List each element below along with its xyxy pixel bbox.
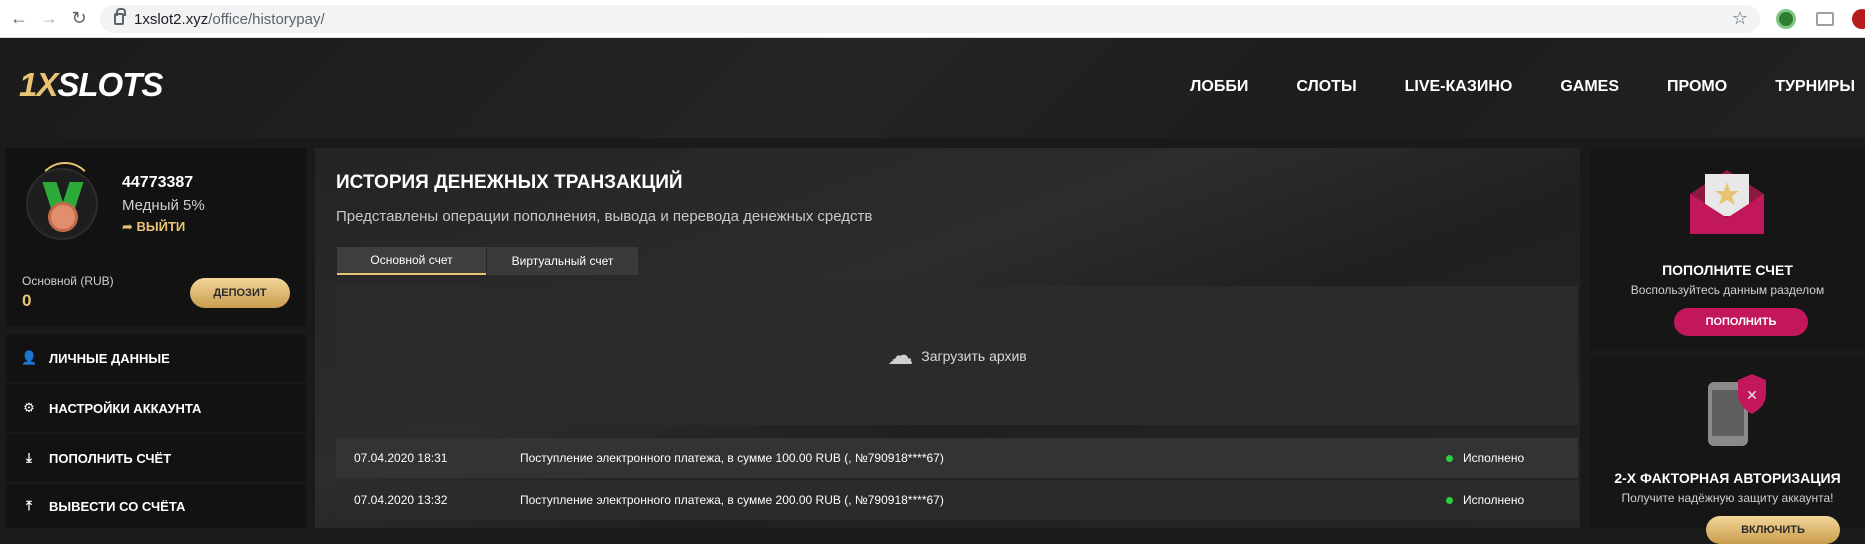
download-icon: ⤓ — [26, 450, 32, 465]
forward-icon[interactable]: → — [38, 8, 60, 30]
cloud-download-icon: ☁ — [887, 340, 914, 370]
download-archive-label: Загрузить архив — [921, 347, 1027, 364]
profile-avatar-icon[interactable] — [1852, 9, 1865, 29]
sidebar-item-deposit[interactable]: ⤓ ПОПОЛНИТЬ СЧЁТ — [6, 434, 306, 482]
nav-tournaments[interactable]: ТУРНИРЫ — [1775, 78, 1855, 96]
download-archive-button[interactable]: ☁ Загрузить архив — [336, 286, 1578, 425]
page-subtitle: Представлены операции пополнения, вывода… — [336, 208, 873, 225]
sidebar-item-label: НАСТРОЙКИ АККАУНТА — [49, 400, 202, 416]
user-level: Медный 5% — [122, 197, 205, 214]
logout-icon: ➦ — [122, 219, 137, 234]
balance-value: 0 — [22, 291, 32, 310]
back-icon[interactable]: ← — [8, 8, 30, 30]
url-path: /office/historypay/ — [208, 10, 325, 28]
phone-shield-icon: ✕ — [1708, 374, 1766, 446]
status-badge: Исполнено — [1446, 451, 1524, 465]
main-nav: ЛОББИ СЛОТЫ LIVE-КАЗИНО GAMES ПРОМО ТУРН… — [1190, 78, 1855, 96]
logout-link[interactable]: ➦ ВЫЙТИ — [122, 219, 185, 235]
sidebar-item-account-settings[interactable]: ⚙ НАСТРОЙКИ АККАУНТА — [6, 384, 306, 432]
gears-icon: ⚙ — [23, 400, 35, 415]
user-plus-icon: 👤 — [21, 350, 38, 365]
sidebar-item-label: ПОПОЛНИТЬ СЧЁТ — [49, 450, 172, 466]
svg-text:✕: ✕ — [1746, 388, 1758, 404]
sidebar-item-withdraw[interactable]: ⤒ ВЫВЕСТИ СО СЧЁТА — [6, 484, 306, 528]
user-id: 44773387 — [122, 174, 194, 191]
sidebar-item-label: ЛИЧНЫЕ ДАННЫЕ — [49, 350, 170, 366]
tab-virtual-account[interactable]: Виртуальный счет — [487, 247, 638, 275]
nav-slots[interactable]: СЛОТЫ — [1296, 78, 1356, 96]
url-host: 1xslot2.xyz — [134, 10, 209, 28]
site-header: 1XSLOTS ЛОББИ СЛОТЫ LIVE-КАЗИНО GAMES ПР… — [0, 38, 1865, 138]
page-title: ИСТОРИЯ ДЕНЕЖНЫХ ТРАНЗАКЦИЙ — [336, 172, 683, 193]
tab-main-account[interactable]: Основной счет — [337, 247, 486, 275]
table-row: 07.04.2020 13:32 Поступление электронног… — [336, 480, 1578, 520]
envelope-star-icon — [1690, 170, 1764, 234]
sidebar-item-label: ВЫВЕСТИ СО СЧЁТА — [49, 498, 186, 514]
status-dot-icon — [1446, 496, 1453, 504]
status-badge: Исполнено — [1446, 493, 1524, 507]
profile-card: 44773387 Медный 5% ➦ ВЫЙТИ Основной (RUB… — [6, 148, 306, 326]
site-logo[interactable]: 1XSLOTS — [19, 66, 163, 104]
transaction-description: Поступление электронного платежа, в сумм… — [520, 493, 944, 507]
bookmark-star-icon[interactable]: ☆ — [1732, 8, 1748, 29]
upload-icon: ⤒ — [26, 498, 32, 513]
browser-toolbar: ← → ↻ 1xslot2.xyz/office/historypay/ ☆ — [0, 0, 1865, 38]
deposit-promo-title: ПОПОЛНИТЕ СЧЕТ — [1662, 262, 1793, 278]
reload-icon[interactable]: ↻ — [68, 8, 90, 30]
table-row: 07.04.2020 18:31 Поступление электронног… — [336, 438, 1578, 478]
deposit-button[interactable]: ДЕПОЗИТ — [190, 278, 290, 308]
vpn-extension-icon[interactable] — [1776, 9, 1796, 29]
level-progress-ring — [36, 162, 94, 220]
media-extension-icon[interactable] — [1816, 12, 1834, 26]
transactions-panel: ИСТОРИЯ ДЕНЕЖНЫХ ТРАНЗАКЦИЙ Представлены… — [315, 148, 1580, 528]
enable-twofa-button[interactable]: ВКЛЮЧИТЬ — [1706, 516, 1840, 544]
nav-lobby[interactable]: ЛОББИ — [1190, 78, 1248, 96]
transaction-description: Поступление электронного платежа, в сумм… — [520, 451, 944, 465]
twofa-promo-card: ✕ 2-Х ФАКТОРНАЯ АВТОРИЗАЦИЯ Получите над… — [1590, 356, 1865, 544]
sidebar-item-personal-data[interactable]: 👤 ЛИЧНЫЕ ДАННЫЕ — [6, 334, 306, 382]
twofa-promo-text: Получите надёжную защиту аккаунта! — [1621, 491, 1834, 505]
transaction-date: 07.04.2020 18:31 — [354, 451, 448, 465]
nav-promo[interactable]: ПРОМО — [1667, 78, 1727, 96]
nav-live-casino[interactable]: LIVE-КАЗИНО — [1405, 78, 1513, 96]
lock-icon — [114, 8, 126, 25]
status-dot-icon — [1446, 454, 1453, 462]
transaction-date: 07.04.2020 13:32 — [354, 493, 448, 507]
nav-games[interactable]: GAMES — [1560, 78, 1619, 96]
deposit-promo-text: Воспользуйтесь данным разделом — [1630, 283, 1825, 297]
topup-button[interactable]: ПОПОЛНИТЬ — [1674, 308, 1808, 336]
deposit-promo-card: ПОПОЛНИТЕ СЧЕТ Воспользуйтесь данным раз… — [1590, 148, 1865, 350]
balance-label: Основной (RUB) — [22, 274, 114, 288]
address-bar[interactable]: 1xslot2.xyz/office/historypay/ ☆ — [100, 5, 1760, 33]
twofa-promo-title: 2-Х ФАКТОРНАЯ АВТОРИЗАЦИЯ — [1614, 470, 1841, 486]
